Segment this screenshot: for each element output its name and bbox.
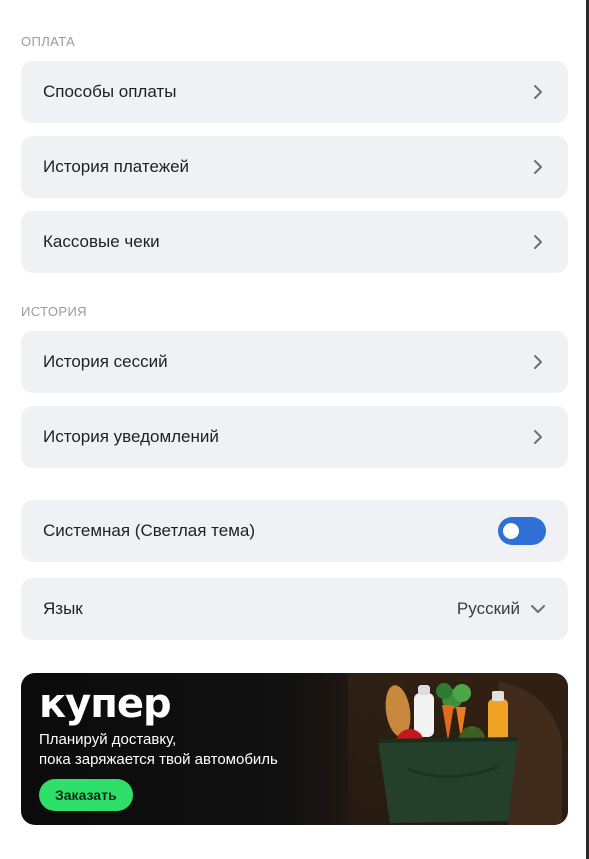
theme-setting: Системная (Светлая тема) [21, 500, 568, 562]
menu-item-label: История сессий [43, 352, 168, 371]
order-button[interactable]: Заказать [39, 779, 133, 811]
menu-item-payment-methods[interactable]: Способы оплаты [21, 61, 568, 123]
chevron-right-icon [530, 159, 546, 175]
section-title-payment: ОПЛАТА [21, 34, 76, 49]
language-value: Русский [456, 599, 520, 618]
kuper-logo: купер [39, 681, 172, 727]
theme-label: Системная (Светлая тема) [43, 521, 256, 540]
menu-item-payment-history[interactable]: История платежей [21, 136, 568, 198]
chevron-right-icon [530, 429, 546, 445]
toggle-knob [503, 523, 519, 539]
promo-banner[interactable]: купер Планируй доставку, пока заряжается… [21, 673, 568, 825]
section-title-history: ИСТОРИЯ [21, 304, 87, 319]
menu-item-receipts[interactable]: Кассовые чеки [21, 211, 568, 273]
promo-text: Планируй доставку, пока заряжается твой … [39, 730, 369, 770]
chevron-right-icon [530, 234, 546, 250]
menu-item-label: Кассовые чеки [43, 232, 160, 251]
language-setting[interactable]: Язык Русский [21, 578, 568, 640]
theme-toggle[interactable] [498, 517, 546, 545]
promo-line-2: пока заряжается твой автомобиль [39, 751, 278, 768]
chevron-down-icon [530, 601, 546, 617]
promo-line-1: Планируй доставку, [39, 731, 177, 748]
menu-item-label: История платежей [43, 157, 190, 176]
menu-item-label: История уведомлений [43, 427, 219, 446]
menu-item-notification-history[interactable]: История уведомлений [21, 406, 568, 468]
language-select[interactable]: Русский [457, 599, 546, 619]
menu-item-session-history[interactable]: История сессий [21, 331, 568, 393]
menu-item-label: Способы оплаты [43, 82, 177, 101]
grocery-bag-illustration [348, 673, 568, 825]
chevron-right-icon [530, 354, 546, 370]
language-label: Язык [43, 599, 83, 618]
chevron-right-icon [530, 84, 546, 100]
